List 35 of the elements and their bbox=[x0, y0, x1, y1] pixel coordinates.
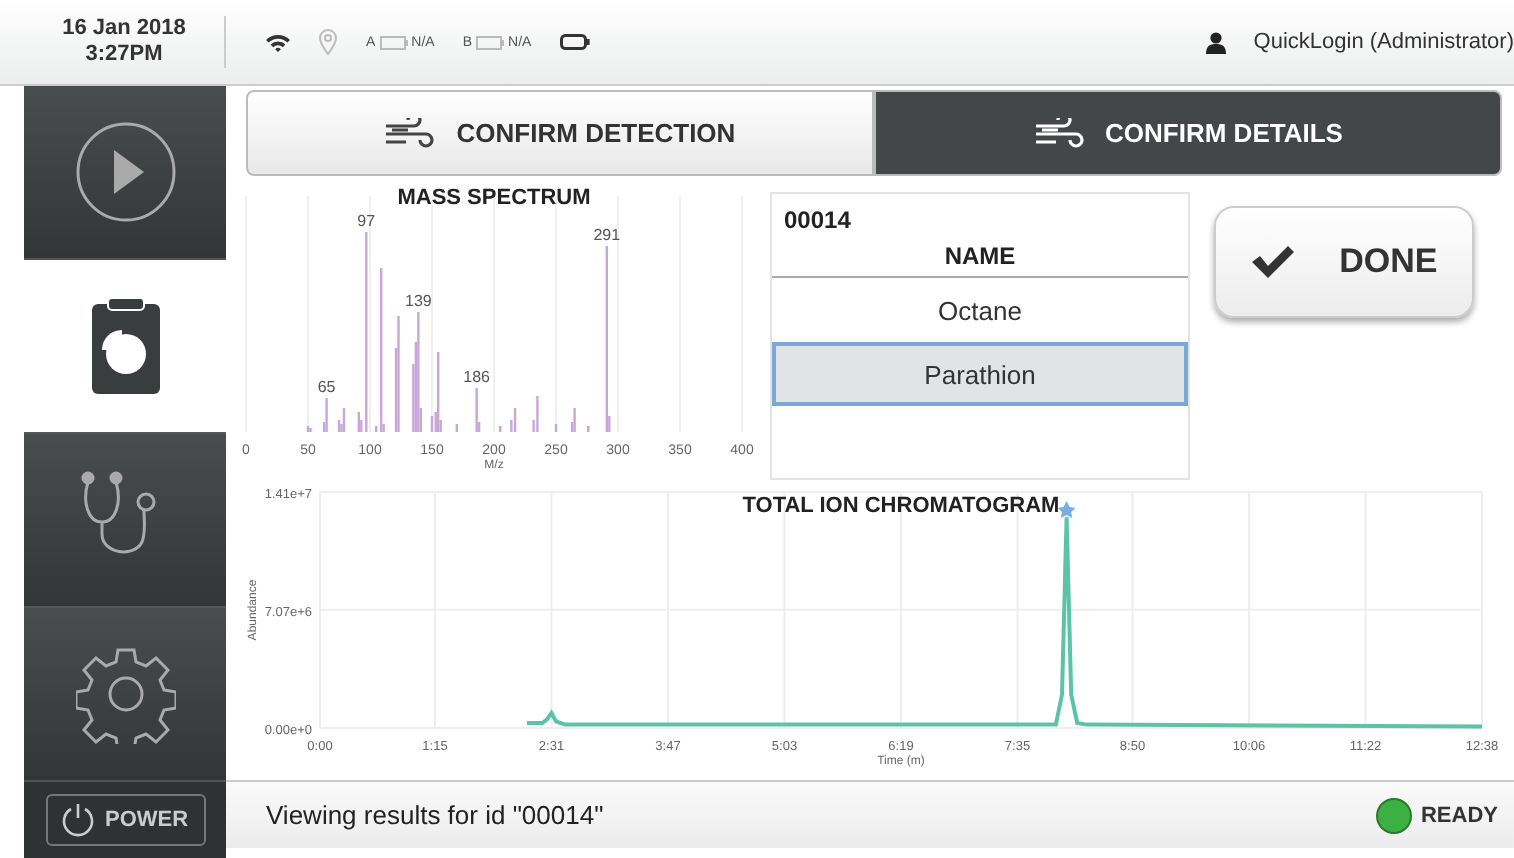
date-text: 16 Jan 2018 bbox=[62, 16, 186, 42]
table-row[interactable]: Parathion bbox=[772, 342, 1188, 406]
peak-label: 97 bbox=[357, 212, 376, 230]
peak-label: 291 bbox=[593, 226, 621, 244]
checkmark-icon bbox=[1250, 244, 1295, 280]
wind-icon bbox=[384, 117, 437, 149]
tab[interactable]: CONFIRM DETAILS bbox=[874, 90, 1502, 176]
location-pin-icon bbox=[318, 28, 338, 56]
peak-label: 139 bbox=[405, 292, 432, 310]
battery-icon bbox=[476, 35, 505, 49]
sidebar-item[interactable] bbox=[24, 434, 226, 608]
power-button[interactable]: POWER bbox=[45, 794, 205, 846]
play-icon bbox=[73, 120, 177, 224]
status-message: Viewing results for id "00014" bbox=[266, 800, 604, 830]
battery-icon bbox=[559, 34, 590, 50]
result-id: 00014 bbox=[782, 204, 853, 234]
battery-icon bbox=[379, 35, 408, 49]
gear-icon bbox=[75, 644, 175, 744]
sidebar-item[interactable] bbox=[24, 86, 226, 260]
chart-title: MASS SPECTRUM bbox=[397, 186, 591, 210]
chart-title: TOTAL ION CHROMATOGRAM bbox=[742, 494, 1060, 518]
wind-icon bbox=[1033, 117, 1086, 149]
wifi-icon bbox=[266, 33, 290, 51]
sidebar-item[interactable] bbox=[24, 608, 226, 782]
time-text: 3:27PM bbox=[85, 42, 163, 68]
status-label: READY bbox=[1420, 803, 1498, 827]
clipboard-chart-icon bbox=[89, 296, 161, 396]
star-icon bbox=[1057, 501, 1076, 518]
done-button[interactable]: DONE bbox=[1214, 206, 1474, 318]
power-icon bbox=[59, 802, 95, 838]
peak-label: 65 bbox=[317, 378, 336, 396]
tab[interactable]: CONFIRM DETECTION bbox=[246, 90, 874, 176]
user-icon bbox=[1205, 31, 1226, 53]
user-name[interactable]: QuickLogin (Administrator) bbox=[1253, 30, 1514, 54]
peak-label: 186 bbox=[463, 368, 490, 386]
